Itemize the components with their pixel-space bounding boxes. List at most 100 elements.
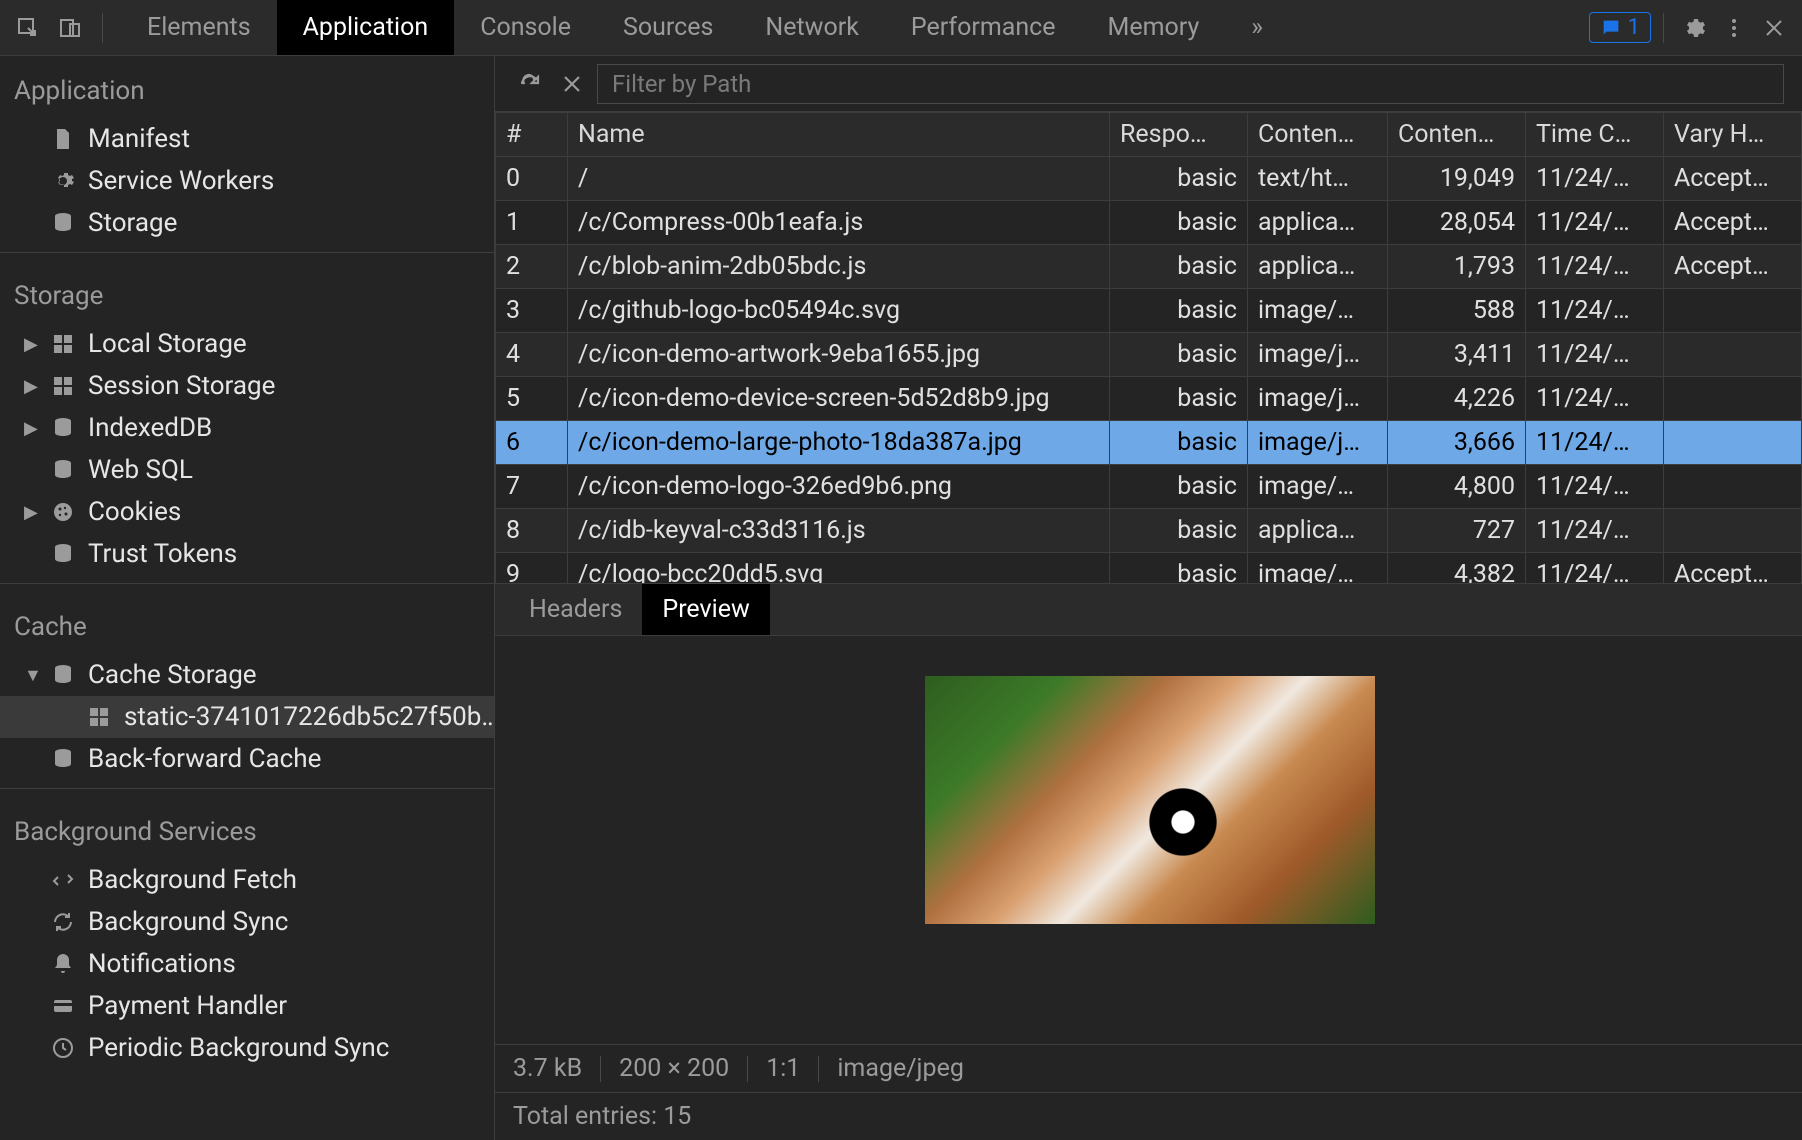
sidebar-item-service-workers[interactable]: Service Workers (0, 160, 494, 202)
table-row[interactable]: 6/c/icon-demo-large-photo-18da387a.jpgba… (496, 421, 1802, 465)
detail-tab-headers[interactable]: Headers (509, 584, 642, 635)
sidebar-item-label: Background Fetch (88, 865, 297, 895)
table-row[interactable]: 1/c/Compress-00b1eafa.jsbasicapplica…28,… (496, 201, 1802, 245)
sidebar-item-web-sql[interactable]: Web SQL (0, 449, 494, 491)
kebab-menu-icon[interactable] (1716, 10, 1752, 46)
tab-elements[interactable]: Elements (121, 0, 277, 55)
device-toggle-icon[interactable] (52, 10, 88, 46)
sidebar-item-notifications[interactable]: Notifications (0, 943, 494, 985)
cell-n: 1 (496, 201, 568, 245)
tab-application[interactable]: Application (277, 0, 455, 55)
cell-name: / (568, 157, 1110, 201)
cell-name: /c/blob-anim-2db05bdc.js (568, 245, 1110, 289)
col-header[interactable]: # (496, 113, 568, 157)
cell-name: /c/icon-demo-device-screen-5d52d8b9.jpg (568, 377, 1110, 421)
col-header[interactable]: Respo… (1110, 113, 1248, 157)
cell-n: 6 (496, 421, 568, 465)
sidebar-item-back-forward-cache[interactable]: Back-forward Cache (0, 738, 494, 780)
table-row[interactable]: 0/basictext/ht…19,04911/24/…Accept… (496, 157, 1802, 201)
settings-gear-icon[interactable] (1676, 10, 1712, 46)
sidebar-item-session-storage[interactable]: ▶Session Storage (0, 365, 494, 407)
table-row[interactable]: 2/c/blob-anim-2db05bdc.jsbasicapplica…1,… (496, 245, 1802, 289)
sidebar-item-label: Web SQL (88, 455, 193, 485)
table-row[interactable]: 8/c/idb-keyval-c33d3116.jsbasicapplica…7… (496, 509, 1802, 553)
tab-memory[interactable]: Memory (1082, 0, 1226, 55)
sidebar-item-label: Back-forward Cache (88, 744, 321, 774)
cache-toolbar (495, 56, 1802, 112)
sidebar-item-label: Payment Handler (88, 991, 287, 1021)
cell-resp: basic (1110, 201, 1248, 245)
col-header[interactable]: Conten… (1248, 113, 1388, 157)
tabs-overflow-icon[interactable]: » (1225, 13, 1289, 42)
detail-tab-preview[interactable]: Preview (642, 584, 769, 635)
table-row[interactable]: 3/c/github-logo-bc05494c.svgbasicimage/…… (496, 289, 1802, 333)
cell-vary (1664, 333, 1802, 377)
sidebar-item-payment-handler[interactable]: Payment Handler (0, 985, 494, 1027)
cell-vary: Accept… (1664, 157, 1802, 201)
cell-clen: 1,793 (1388, 245, 1526, 289)
issues-count: 1 (1628, 15, 1640, 40)
separator (102, 13, 103, 43)
sidebar-divider (0, 788, 494, 789)
close-devtools-icon[interactable] (1756, 10, 1792, 46)
sidebar-item-indexeddb[interactable]: ▶IndexedDB (0, 407, 494, 449)
cell-name: /c/github-logo-bc05494c.svg (568, 289, 1110, 333)
application-sidebar: ApplicationManifestService WorkersStorag… (0, 56, 495, 1140)
sidebar-item-background-fetch[interactable]: Background Fetch (0, 859, 494, 901)
sidebar-item-label: Notifications (88, 949, 236, 979)
cell-name: /c/Compress-00b1eafa.js (568, 201, 1110, 245)
sidebar-item-manifest[interactable]: Manifest (0, 118, 494, 160)
cell-time: 11/24/… (1526, 333, 1664, 377)
sidebar-item-periodic-background-sync[interactable]: Periodic Background Sync (0, 1027, 494, 1069)
issues-badge[interactable]: 1 (1589, 12, 1651, 43)
sidebar-item-cache-instance[interactable]: static-3741017226db5c27f50b… (0, 696, 494, 738)
tab-console[interactable]: Console (454, 0, 597, 55)
table-row[interactable]: 7/c/icon-demo-logo-326ed9b6.pngbasicimag… (496, 465, 1802, 509)
tab-performance[interactable]: Performance (885, 0, 1082, 55)
inspect-element-icon[interactable] (10, 10, 46, 46)
total-entries-label: Total entries: 15 (513, 1102, 691, 1131)
preview-pane (495, 636, 1802, 1044)
separator (818, 1056, 819, 1082)
top-right-group: 1 (1589, 10, 1802, 46)
db-icon (50, 210, 76, 236)
cache-detail-panel: #NameRespo…Conten…Conten…Time C…Vary H… … (495, 56, 1802, 1140)
sidebar-item-cookies[interactable]: ▶Cookies (0, 491, 494, 533)
cell-clen: 3,666 (1388, 421, 1526, 465)
tab-sources[interactable]: Sources (597, 0, 739, 55)
col-header[interactable]: Name (568, 113, 1110, 157)
refresh-icon[interactable] (513, 67, 547, 101)
top-left-icon-group (0, 10, 121, 46)
sidebar-item-trust-tokens[interactable]: Trust Tokens (0, 533, 494, 575)
db-icon (50, 746, 76, 772)
table-row[interactable]: 9/c/logo-bcc20dd5.svgbasicimage/…4,38211… (496, 553, 1802, 585)
delete-entry-icon[interactable] (555, 67, 589, 101)
cell-resp: basic (1110, 509, 1248, 553)
sidebar-item-background-sync[interactable]: Background Sync (0, 901, 494, 943)
sidebar-item-cache-storage[interactable]: ▼Cache Storage (0, 654, 494, 696)
tab-network[interactable]: Network (739, 0, 884, 55)
col-header[interactable]: Conten… (1388, 113, 1526, 157)
cell-resp: basic (1110, 289, 1248, 333)
sidebar-item-label: static-3741017226db5c27f50b… (124, 702, 494, 732)
sidebar-item-local-storage[interactable]: ▶Local Storage (0, 323, 494, 365)
cell-n: 5 (496, 377, 568, 421)
sidebar-item-storage[interactable]: Storage (0, 202, 494, 244)
cell-vary: Accept… (1664, 201, 1802, 245)
sidebar-item-label: IndexedDB (88, 413, 212, 443)
cell-ctype: image/j… (1248, 333, 1388, 377)
table-row[interactable]: 4/c/icon-demo-artwork-9eba1655.jpgbasici… (496, 333, 1802, 377)
cache-entries-table: #NameRespo…Conten…Conten…Time C…Vary H… … (495, 112, 1802, 584)
cell-n: 7 (496, 465, 568, 509)
table-row[interactable]: 5/c/icon-demo-device-screen-5d52d8b9.jpg… (496, 377, 1802, 421)
chevron-down-icon: ▼ (24, 665, 38, 686)
col-header[interactable]: Time C… (1526, 113, 1664, 157)
sidebar-section-application: Application (0, 56, 494, 118)
cell-vary (1664, 289, 1802, 333)
cell-name: /c/idb-keyval-c33d3116.js (568, 509, 1110, 553)
cell-resp: basic (1110, 553, 1248, 585)
cell-resp: basic (1110, 157, 1248, 201)
col-header[interactable]: Vary H… (1664, 113, 1802, 157)
filter-by-path-input[interactable] (597, 64, 1784, 104)
cell-time: 11/24/… (1526, 377, 1664, 421)
